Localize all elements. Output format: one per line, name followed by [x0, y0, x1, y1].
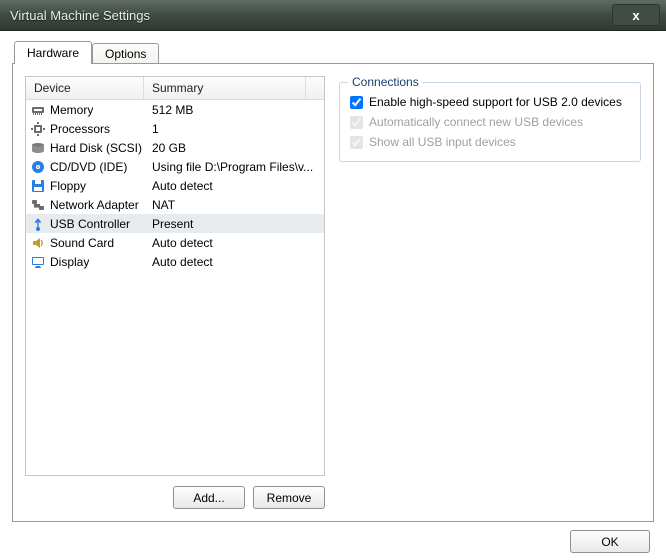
floppy-icon [30, 178, 46, 194]
tab-options-label: Options [105, 47, 146, 61]
table-row[interactable]: CD/DVD (IDE) Using file D:\Program Files\… [26, 157, 324, 176]
device-label: Sound Card [50, 236, 114, 250]
tab-hardware-label: Hardware [27, 46, 79, 60]
titlebar: Virtual Machine Settings x [0, 0, 666, 31]
client-area: Hardware Options Device Summary [0, 31, 666, 560]
checkbox-label: Show all USB input devices [369, 135, 516, 149]
network-icon [30, 197, 46, 213]
ok-button[interactable]: OK [570, 530, 650, 553]
disc-icon [30, 159, 46, 175]
checkbox-row-autoconn: Automatically connect new USB devices [350, 113, 630, 131]
close-icon: x [632, 8, 639, 23]
device-label: Memory [50, 103, 93, 117]
device-cell: Display [26, 254, 144, 270]
remove-button[interactable]: Remove [253, 486, 325, 509]
tab-strip: Hardware Options [12, 41, 654, 63]
add-button[interactable]: Add... [173, 486, 245, 509]
device-table-body: Memory512 MBProcessors1Hard Disk (SCSI)2… [26, 100, 324, 475]
column-header-spacer [306, 77, 324, 99]
checkbox-autoconn [350, 116, 363, 129]
usb-icon [30, 216, 46, 232]
summary-cell: Auto detect [144, 179, 324, 193]
add-button-label: Add... [193, 491, 224, 505]
device-cell: Network Adapter [26, 197, 144, 213]
checkbox-label: Automatically connect new USB devices [369, 115, 583, 129]
close-button[interactable]: x [612, 4, 660, 26]
device-cell: Sound Card [26, 235, 144, 251]
column-header-summary-label: Summary [152, 81, 203, 95]
device-table-header: Device Summary [26, 77, 324, 100]
cpu-icon [30, 121, 46, 137]
tab-body: Device Summary Memory512 MBProcessors1Ha… [25, 76, 641, 509]
device-cell: Hard Disk (SCSI) [26, 140, 144, 156]
device-label: USB Controller [50, 217, 130, 231]
table-row[interactable]: Sound Card Auto detect [26, 233, 324, 252]
tab-options[interactable]: Options [92, 43, 159, 64]
ok-button-label: OK [601, 535, 618, 549]
device-cell: Floppy [26, 178, 144, 194]
column-header-summary[interactable]: Summary [144, 77, 306, 99]
memory-icon [30, 102, 46, 118]
connections-title: Connections [348, 75, 423, 89]
table-row[interactable]: Network Adapter NAT [26, 195, 324, 214]
connections-groupbox: Connections Enable high-speed support fo… [339, 82, 641, 162]
summary-cell: Present [144, 217, 324, 231]
device-label: Floppy [50, 179, 86, 193]
summary-cell: Auto detect [144, 236, 324, 250]
summary-cell: Auto detect [144, 255, 324, 269]
checkbox-row-highspeed[interactable]: Enable high-speed support for USB 2.0 de… [350, 93, 630, 111]
device-table: Device Summary Memory512 MBProcessors1Ha… [25, 76, 325, 476]
remove-button-label: Remove [267, 491, 312, 505]
table-row[interactable]: Processors 1 [26, 119, 324, 138]
column-header-device-label: Device [34, 81, 71, 95]
dialog-buttons: OK [12, 522, 654, 553]
column-header-device[interactable]: Device [26, 77, 144, 99]
table-row[interactable]: Floppy Auto detect [26, 176, 324, 195]
device-cell: USB Controller [26, 216, 144, 232]
device-label: Hard Disk (SCSI) [50, 141, 142, 155]
tab-hardware[interactable]: Hardware [14, 41, 92, 64]
tab-page-hardware: Device Summary Memory512 MBProcessors1Ha… [12, 63, 654, 522]
display-icon [30, 254, 46, 270]
summary-cell: 512 MB [144, 103, 324, 117]
table-row[interactable]: Memory 512 MB [26, 100, 324, 119]
connections-panel: Connections Enable high-speed support fo… [339, 76, 641, 509]
device-label: Network Adapter [50, 198, 139, 212]
vm-settings-window: Virtual Machine Settings x Hardware Opti… [0, 0, 666, 560]
checkbox-showall [350, 136, 363, 149]
checkbox-row-showall: Show all USB input devices [350, 133, 630, 151]
table-row[interactable]: USB Controller Present [26, 214, 324, 233]
device-label: Processors [50, 122, 110, 136]
sound-icon [30, 235, 46, 251]
summary-cell: 20 GB [144, 141, 324, 155]
device-cell: Memory [26, 102, 144, 118]
checkbox-highspeed[interactable] [350, 96, 363, 109]
summary-cell: Using file D:\Program Files\v... [144, 160, 324, 174]
summary-cell: 1 [144, 122, 324, 136]
window-title: Virtual Machine Settings [10, 8, 150, 23]
device-buttons: Add... Remove [25, 486, 325, 509]
device-panel: Device Summary Memory512 MBProcessors1Ha… [25, 76, 325, 509]
device-label: CD/DVD (IDE) [50, 160, 127, 174]
checkbox-label: Enable high-speed support for USB 2.0 de… [369, 95, 622, 109]
disk-icon [30, 140, 46, 156]
table-row[interactable]: Display Auto detect [26, 252, 324, 271]
device-cell: Processors [26, 121, 144, 137]
device-cell: CD/DVD (IDE) [26, 159, 144, 175]
summary-cell: NAT [144, 198, 324, 212]
table-row[interactable]: Hard Disk (SCSI)20 GB [26, 138, 324, 157]
device-label: Display [50, 255, 89, 269]
